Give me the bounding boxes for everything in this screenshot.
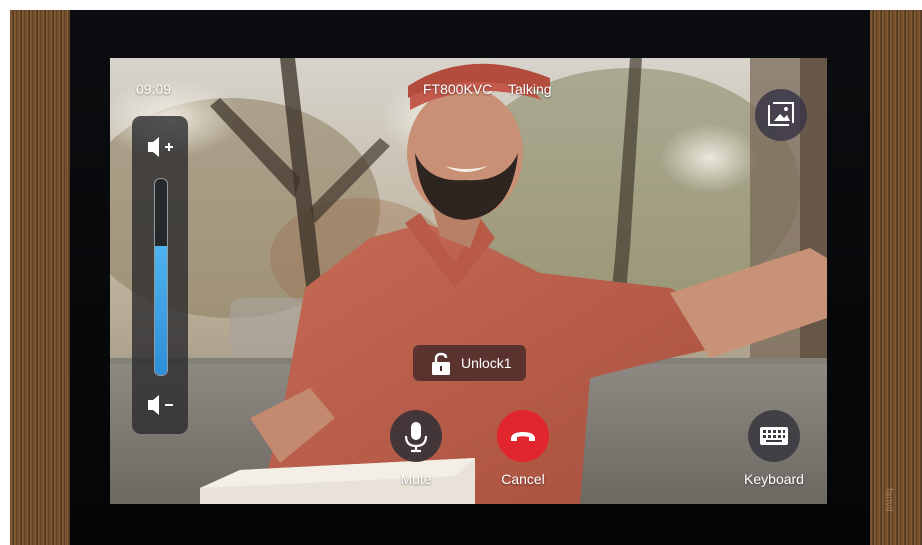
- mute-button[interactable]: [390, 410, 442, 462]
- indoor-monitor-device: fanvil 09:09 FT800KVC Talking Unlock1 Mu…: [10, 10, 922, 545]
- video-feed: [110, 58, 827, 504]
- volume-down-icon[interactable]: [146, 392, 176, 418]
- unlock-icon: [432, 352, 450, 375]
- snapshot-button[interactable]: [755, 89, 807, 141]
- clock-time: 09:09: [136, 81, 172, 97]
- volume-slider-track[interactable]: [154, 178, 168, 376]
- hang-up-icon: [511, 432, 535, 441]
- volume-control[interactable]: [132, 116, 188, 434]
- mute-label: Mute: [400, 471, 432, 487]
- video-call-screen: 09:09 FT800KVC Talking Unlock1 Mute Canc…: [110, 58, 827, 504]
- wood-panel-left: [10, 10, 70, 545]
- unlock-label: Unlock1: [461, 355, 512, 371]
- cancel-call-button[interactable]: [497, 410, 549, 462]
- keyboard-label: Keyboard: [744, 471, 804, 487]
- call-status-label: Talking: [508, 81, 552, 97]
- cancel-label: Cancel: [501, 471, 545, 487]
- microphone-icon: [404, 422, 428, 453]
- wood-panel-right: [870, 10, 922, 545]
- device-id-label: FT800KVC: [423, 81, 493, 97]
- keyboard-button[interactable]: [748, 410, 800, 462]
- image-capture-icon: [768, 102, 794, 126]
- keyboard-icon: [760, 427, 788, 445]
- volume-up-icon[interactable]: [146, 134, 176, 160]
- unlock-button[interactable]: Unlock1: [413, 345, 526, 381]
- volume-slider-fill: [155, 245, 167, 375]
- brand-logo: fanvil: [883, 488, 894, 512]
